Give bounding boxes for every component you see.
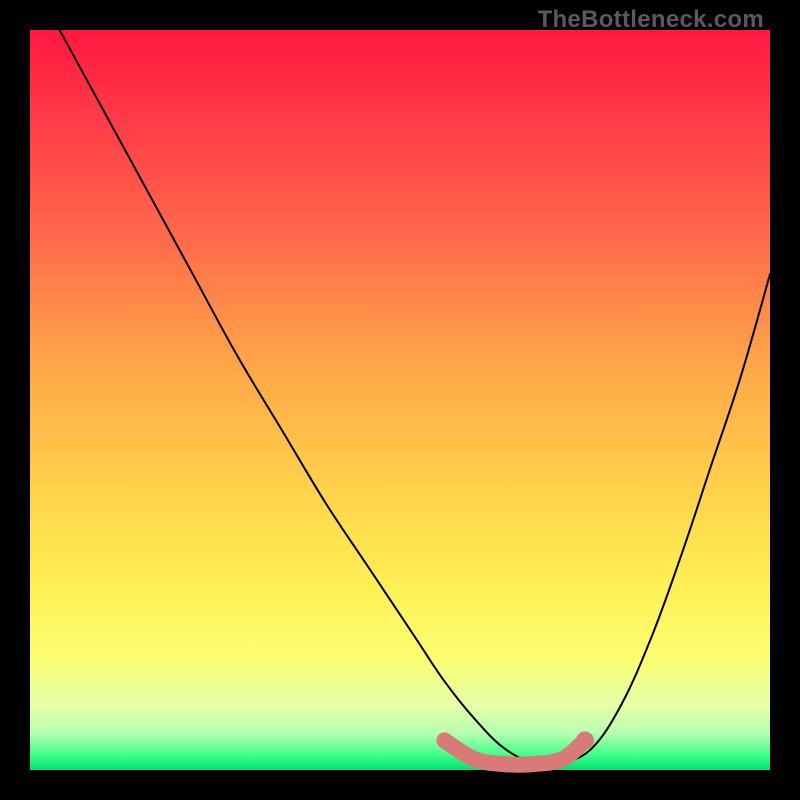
watermark-text: TheBottleneck.com — [538, 6, 764, 34]
chart-frame: TheBottleneck.com — [0, 0, 800, 800]
plot-area — [30, 30, 770, 770]
